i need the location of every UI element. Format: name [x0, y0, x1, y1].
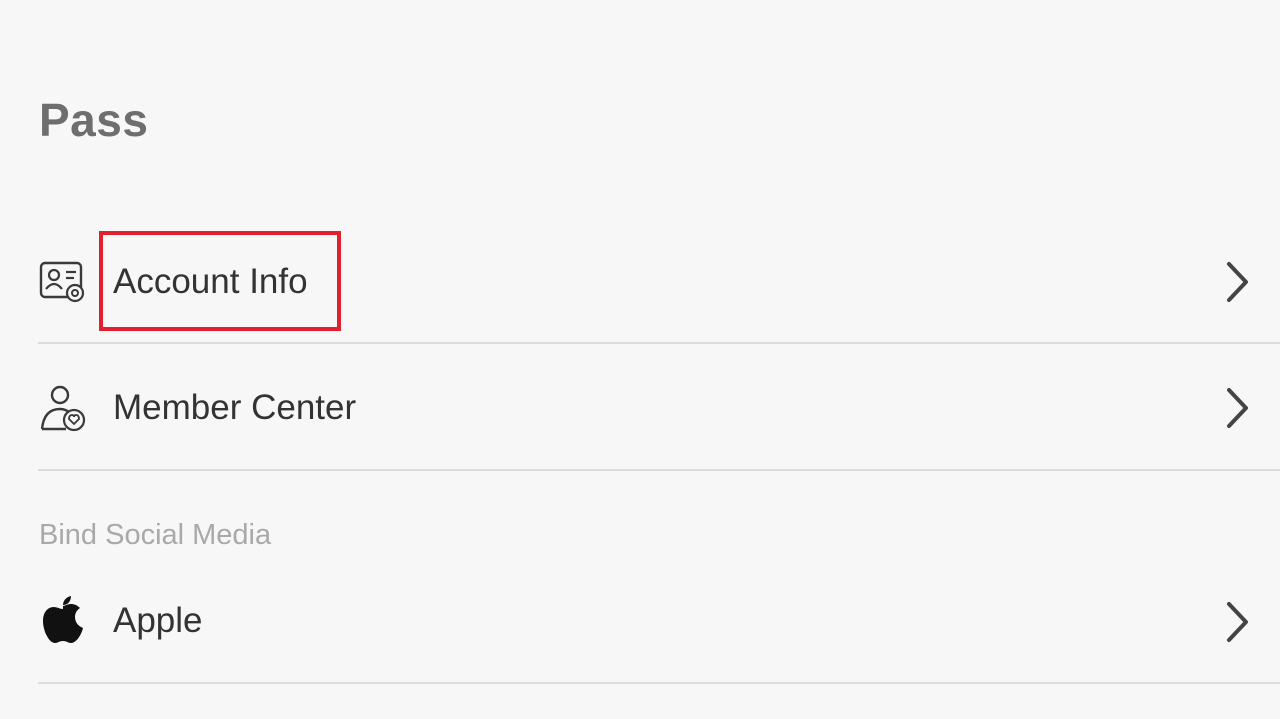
- divider: [38, 469, 1280, 471]
- bind-social-media-header: Bind Social Media: [39, 519, 272, 551]
- account-info-label: Account Info: [113, 262, 308, 301]
- chevron-right-icon: [1222, 261, 1254, 303]
- member-center-icon: [38, 383, 88, 433]
- divider: [38, 682, 1280, 684]
- page-title: Pass: [39, 94, 149, 146]
- divider: [38, 342, 1280, 344]
- apple-label: Apple: [113, 601, 203, 640]
- apple-logo-icon: [38, 596, 88, 646]
- account-info-icon: [38, 257, 88, 307]
- member-center-row[interactable]: Member Center: [0, 345, 1280, 471]
- chevron-right-icon: [1222, 387, 1254, 429]
- account-info-row[interactable]: Account Info: [0, 219, 1280, 345]
- member-center-label: Member Center: [113, 388, 357, 427]
- apple-row[interactable]: Apple: [0, 558, 1280, 684]
- chevron-right-icon: [1222, 601, 1254, 643]
